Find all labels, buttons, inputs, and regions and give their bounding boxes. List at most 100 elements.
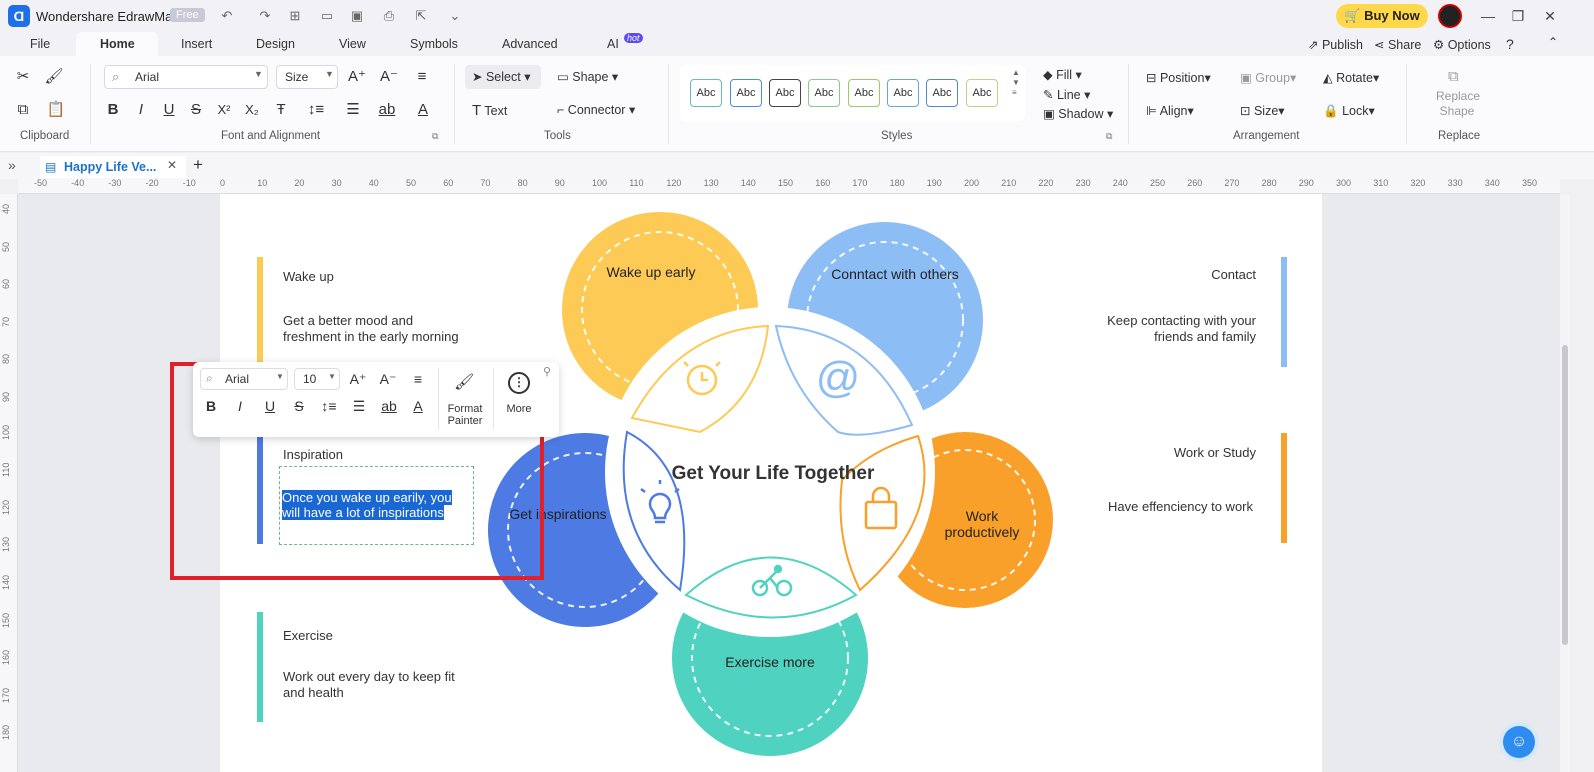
exercise-desc-1[interactable]: Work out every day to keep fit bbox=[283, 669, 455, 685]
menu-design[interactable]: Design bbox=[256, 37, 295, 51]
diagram-title[interactable]: Get Your Life Together bbox=[672, 463, 875, 484]
highlight-icon[interactable]: ab bbox=[376, 99, 398, 121]
align-button[interactable]: ⊫ Align▾ bbox=[1146, 103, 1194, 118]
style-swatch[interactable]: Abc bbox=[690, 79, 722, 107]
work-desc[interactable]: Have effenciency to work bbox=[1050, 499, 1253, 515]
expand-icon[interactable]: ⧉ bbox=[432, 131, 438, 142]
add-tab-icon[interactable]: + bbox=[193, 155, 203, 175]
group-button[interactable]: ▣ Group▾ bbox=[1240, 70, 1296, 85]
select-tool[interactable]: ➤ Select ▾ bbox=[472, 69, 530, 84]
float-font-select[interactable]: Arial bbox=[200, 368, 288, 390]
rotate-button[interactable]: ◭ Rotate▾ bbox=[1323, 70, 1379, 85]
exercise-title[interactable]: Exercise bbox=[283, 628, 333, 644]
styles-scroll-icon[interactable]: ▲ ▼ ≡ bbox=[1012, 68, 1020, 98]
maximize-icon[interactable]: ❐ bbox=[1508, 6, 1528, 26]
style-swatch[interactable]: Abc bbox=[808, 79, 840, 107]
connector-tool[interactable]: ⌐ Connector ▾ bbox=[557, 102, 635, 117]
help-icon[interactable]: ? bbox=[1506, 36, 1514, 52]
copy-icon[interactable]: ⧉ bbox=[12, 99, 34, 121]
size-button[interactable]: ⊡ Size▾ bbox=[1240, 103, 1285, 118]
publish-button[interactable]: ⇗ Publish bbox=[1308, 37, 1363, 52]
lock-button[interactable]: 🔒 Lock▾ bbox=[1323, 103, 1375, 119]
format-painter-icon[interactable]: 🖌 bbox=[43, 66, 65, 88]
fill-button[interactable]: ◆ Fill ▾ bbox=[1043, 67, 1082, 82]
export-icon[interactable]: ⇱ bbox=[412, 7, 430, 25]
scrollbar-thumb[interactable] bbox=[1562, 345, 1568, 645]
style-swatch[interactable]: Abc bbox=[887, 79, 919, 107]
menu-advanced[interactable]: Advanced bbox=[502, 37, 558, 51]
increase-font-icon[interactable]: A⁺ bbox=[346, 66, 368, 88]
undo-icon[interactable]: ↶ bbox=[218, 7, 236, 25]
expand-panel-icon[interactable]: » bbox=[8, 157, 16, 173]
style-swatch[interactable]: Abc bbox=[966, 79, 998, 107]
contact-title[interactable]: Contact bbox=[1050, 267, 1256, 283]
work-title[interactable]: Work or Study bbox=[1050, 445, 1256, 461]
strikethrough-icon[interactable]: S bbox=[185, 99, 207, 121]
close-icon[interactable]: ✕ bbox=[1540, 6, 1560, 26]
open-folder-icon[interactable]: ▭ bbox=[318, 7, 336, 25]
menu-insert[interactable]: Insert bbox=[181, 37, 212, 51]
line-spacing-icon[interactable]: ↕≡ bbox=[318, 395, 340, 417]
expand-icon[interactable]: ⧉ bbox=[1106, 131, 1112, 142]
bullets-icon[interactable]: ☰ bbox=[342, 99, 364, 121]
minimize-icon[interactable]: — bbox=[1478, 6, 1498, 26]
contact-desc-2[interactable]: friends and family bbox=[1050, 329, 1256, 345]
print-icon[interactable]: ⎙ bbox=[380, 7, 398, 25]
new-page-icon[interactable]: ⊞ bbox=[286, 7, 304, 25]
position-button[interactable]: ⊟ Position▾ bbox=[1146, 70, 1211, 85]
font-color-icon[interactable]: A bbox=[412, 99, 434, 121]
line-spacing-icon[interactable]: ↕≡ bbox=[305, 99, 327, 121]
menu-view[interactable]: View bbox=[339, 37, 366, 51]
style-swatch[interactable]: Abc bbox=[730, 79, 762, 107]
decrease-font-icon[interactable]: A⁻ bbox=[378, 66, 400, 88]
bold-icon[interactable]: B bbox=[200, 395, 222, 417]
document-tab[interactable]: Happy Life Ve... bbox=[40, 156, 186, 178]
line-button[interactable]: ✎ Line ▾ bbox=[1043, 87, 1090, 102]
contact-desc-1[interactable]: Keep contacting with your bbox=[1050, 313, 1256, 329]
pin-icon[interactable]: ⚲ bbox=[543, 365, 551, 378]
more-button[interactable]: More bbox=[501, 403, 537, 415]
menu-symbols[interactable]: Symbols bbox=[410, 37, 458, 51]
cut-icon[interactable]: ✂ bbox=[12, 66, 34, 88]
style-swatch[interactable]: Abc bbox=[926, 79, 958, 107]
style-swatch[interactable]: Abc bbox=[848, 79, 880, 107]
assistant-bot-icon[interactable]: ☺ bbox=[1503, 726, 1535, 758]
exercise-desc-2[interactable]: and health bbox=[283, 685, 344, 701]
decrease-font-icon[interactable]: A⁻ bbox=[377, 368, 399, 390]
menu-home[interactable]: Home bbox=[100, 37, 135, 51]
menu-ai[interactable]: AI bbox=[607, 37, 619, 51]
font-color-icon[interactable]: A bbox=[407, 395, 429, 417]
customize-toolbar-icon[interactable]: ⌄ bbox=[446, 7, 464, 25]
avatar[interactable] bbox=[1438, 4, 1462, 28]
strikethrough-icon[interactable]: S bbox=[288, 395, 310, 417]
italic-icon[interactable]: I bbox=[229, 395, 251, 417]
buy-now-button[interactable]: 🛒 Buy Now bbox=[1336, 4, 1428, 28]
italic-icon[interactable]: I bbox=[130, 99, 152, 121]
collapse-ribbon-icon[interactable]: ⌃ bbox=[1548, 35, 1558, 49]
underline-icon[interactable]: U bbox=[158, 99, 180, 121]
align-icon[interactable]: ≡ bbox=[407, 368, 429, 390]
bullets-icon[interactable]: ☰ bbox=[348, 395, 370, 417]
redo-icon[interactable]: ↷ bbox=[256, 7, 274, 25]
menu-file[interactable]: File bbox=[30, 37, 50, 51]
increase-font-icon[interactable]: A⁺ bbox=[347, 368, 369, 390]
subscript-icon[interactable]: X₂ bbox=[241, 99, 263, 121]
replace-shape-button[interactable]: Replace Shape bbox=[1436, 89, 1480, 119]
text-direction-icon[interactable]: Ŧ bbox=[270, 99, 292, 121]
options-button[interactable]: ⚙ Options bbox=[1433, 37, 1491, 52]
paste-icon[interactable]: 📋 bbox=[45, 99, 67, 121]
wake-desc-2[interactable]: freshment in the early morning bbox=[283, 329, 459, 345]
bold-icon[interactable]: B bbox=[102, 99, 124, 121]
share-button[interactable]: ⋖ Share bbox=[1374, 37, 1421, 52]
superscript-icon[interactable]: X² bbox=[213, 99, 235, 121]
underline-icon[interactable]: U bbox=[259, 395, 281, 417]
save-icon[interactable]: ▣ bbox=[348, 7, 366, 25]
font-family-select[interactable]: Arial bbox=[104, 65, 268, 89]
wake-title[interactable]: Wake up bbox=[283, 269, 334, 285]
align-icon[interactable]: ≡ bbox=[411, 66, 433, 88]
format-painter-button[interactable]: Format Painter bbox=[444, 403, 486, 427]
wake-desc-1[interactable]: Get a better mood and bbox=[283, 313, 413, 329]
highlight-icon[interactable]: ab bbox=[378, 395, 400, 417]
style-swatch[interactable]: Abc bbox=[769, 79, 801, 107]
shadow-button[interactable]: ▣ Shadow ▾ bbox=[1043, 106, 1113, 121]
